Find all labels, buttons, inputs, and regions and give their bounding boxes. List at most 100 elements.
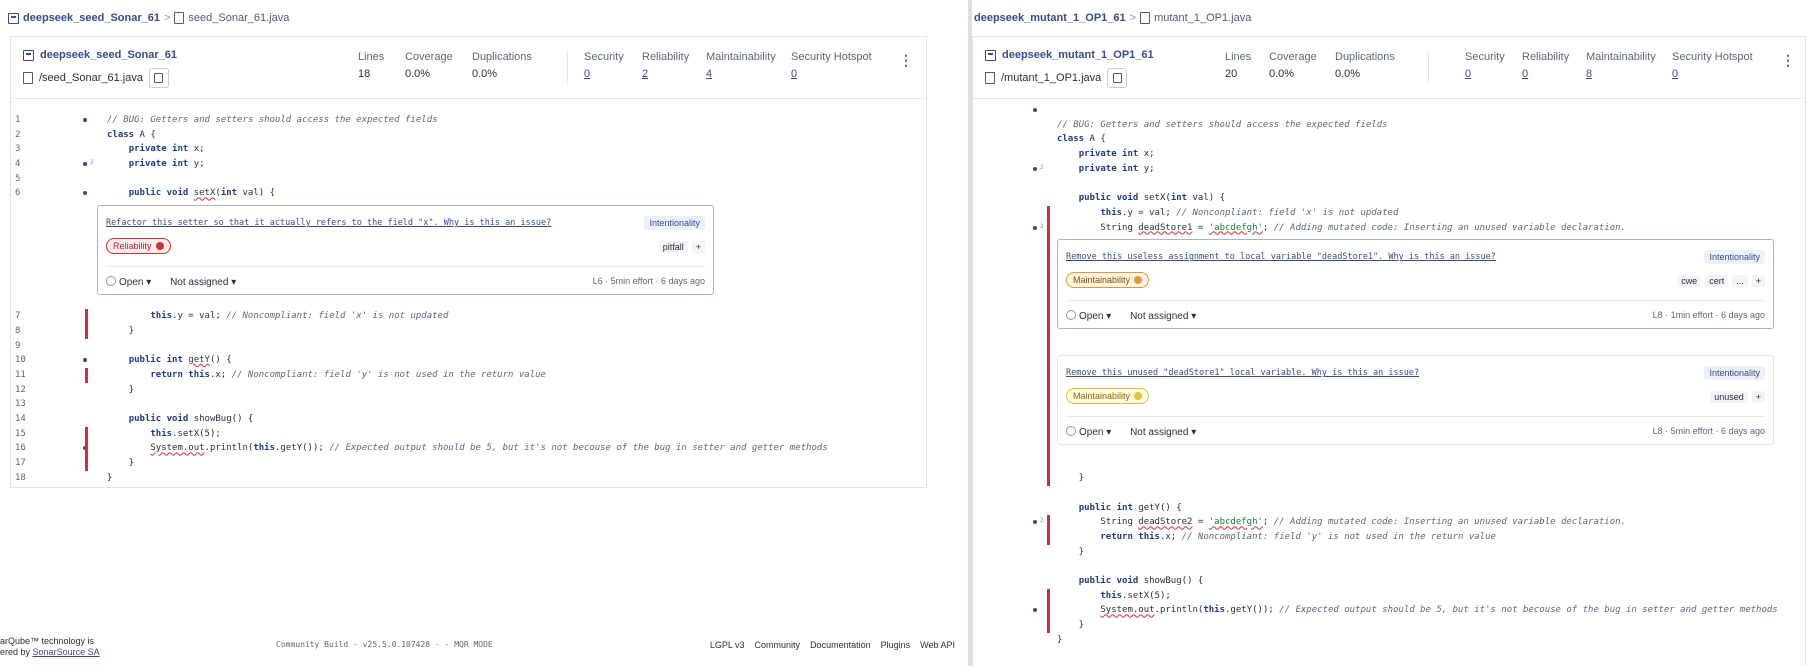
issue-marker[interactable] [85, 426, 88, 442]
issue-marker[interactable] [1047, 235, 1050, 472]
header-project-name[interactable]: deepseek_mutant_1_OP1_61 [1002, 49, 1154, 61]
add-tag[interactable]: + [1751, 275, 1765, 288]
issue-box[interactable]: Remove this useless assignment to local … [1057, 239, 1774, 330]
metric-value[interactable]: 0 [1522, 68, 1569, 80]
code-line: 2 private int y; [973, 162, 1805, 177]
breadcrumb-project[interactable]: deepseek_mutant_1_OP1_61 [974, 12, 1126, 24]
issue-message[interactable]: Remove this unused "deadStore1" local va… [1066, 368, 1419, 378]
issue-indicator-icon[interactable] [1033, 225, 1037, 230]
header-project-name[interactable]: deepseek_seed_Sonar_61 [40, 49, 177, 61]
code-line: // BUG: Getters and setters should acces… [1057, 119, 1388, 130]
issue-box[interactable]: Refactor this setter so that it actually… [97, 205, 714, 296]
issue-marker[interactable] [85, 441, 88, 456]
issue-marker[interactable] [1047, 618, 1050, 633]
issue-indicator-icon[interactable] [1033, 166, 1037, 171]
issue-marker[interactable] [1047, 515, 1050, 530]
issue-marker[interactable] [1047, 529, 1050, 545]
issue-marker[interactable] [85, 309, 88, 324]
issue-indicator-icon[interactable] [83, 162, 87, 167]
add-tag[interactable]: + [691, 241, 705, 254]
issue-message[interactable]: Refactor this setter so that it actually… [106, 218, 551, 228]
documentation-link[interactable]: Documentation [810, 640, 871, 650]
issue-indicator-icon[interactable] [1033, 608, 1037, 613]
issue-container: Refactor this setter so that it actually… [11, 201, 926, 309]
code-line: 9 [15, 340, 21, 351]
metric-value[interactable]: 2 [642, 68, 689, 80]
file-header: deepseek_mutant_1_OP1_61 /mutant_1_OP1.j… [972, 36, 1806, 99]
code-line: } [1057, 546, 1085, 557]
issue-marker[interactable] [85, 367, 88, 383]
code-line: 18} [15, 472, 113, 483]
metric-label: Security [1465, 51, 1505, 63]
metric-maintainability: Maintainability 4 [706, 51, 776, 80]
issue-box[interactable]: Remove this unused "deadStore1" local va… [1057, 355, 1774, 446]
issue-marker[interactable] [85, 456, 88, 471]
metric-hotspot: Security Hotspot 0 [1672, 51, 1753, 80]
issue-indicator-icon[interactable] [83, 191, 87, 196]
metric-duplications: Duplications 0.0% [472, 51, 532, 80]
breadcrumb-file[interactable]: mutant_1_OP1.java [1154, 12, 1251, 24]
metric-value[interactable]: 0 [584, 68, 624, 80]
issue-indicator-icon[interactable] [1033, 108, 1037, 112]
issue-marker[interactable] [1047, 220, 1050, 236]
metric-value[interactable]: 0 [1465, 68, 1505, 80]
issue-tags[interactable]: cwe cert... + [1677, 275, 1765, 288]
issue-indicator-icon[interactable] [1033, 520, 1037, 525]
issue-marker[interactable] [85, 323, 88, 339]
issue-marker[interactable] [1047, 471, 1050, 486]
metric-value[interactable]: 8 [1586, 68, 1656, 80]
breadcrumb-project[interactable]: deepseek_seed_Sonar_61 [23, 12, 160, 24]
issue-indicator-icon[interactable] [83, 118, 87, 122]
status-dropdown[interactable]: Open ▾ [1066, 310, 1111, 322]
copy-path-button[interactable] [1107, 68, 1128, 88]
code-line: 11 return this.x; // Noncompliant: field… [11, 367, 926, 383]
issue-marker[interactable] [1047, 603, 1050, 619]
tag[interactable]: unused [1710, 391, 1748, 404]
code-line: 8 } [11, 323, 926, 339]
build-info: Community Build - v25.5.0.107428 - - MQR… [276, 640, 493, 649]
assignee-label: Not assigned [170, 277, 229, 289]
tag[interactable]: cwe [1677, 275, 1702, 288]
tag[interactable]: cert [1705, 275, 1729, 288]
metric-duplications: Duplications 0.0% [1335, 51, 1395, 80]
code-line: 1// BUG: Getters and setters should acce… [15, 115, 438, 125]
community-link[interactable]: Community [755, 640, 801, 650]
tag[interactable]: pitfall [658, 241, 688, 254]
metric-coverage: Coverage 0.0% [1269, 51, 1317, 80]
status-dropdown[interactable]: Open ▾ [1066, 426, 1111, 438]
quality-badge[interactable]: Maintainability [1066, 388, 1150, 405]
header-project[interactable]: deepseek_mutant_1_OP1_61 [985, 49, 1154, 61]
status-icon [1066, 310, 1076, 321]
web-api-link[interactable]: Web API [920, 640, 955, 650]
assignee-dropdown[interactable]: Not assigned ▾ [1130, 427, 1196, 438]
header-project[interactable]: deepseek_seed_Sonar_61 [23, 49, 177, 61]
quality-badge[interactable]: Reliability [106, 238, 171, 255]
copy-path-button[interactable] [148, 68, 169, 88]
issue-message[interactable]: Remove this useless assignment to local … [1066, 252, 1496, 262]
add-tag[interactable]: + [1751, 391, 1765, 404]
issue-tags[interactable]: pitfall + [658, 241, 705, 254]
plugins-link[interactable]: Plugins [881, 640, 911, 650]
more-options-icon[interactable]: ⋮ [1781, 53, 1795, 67]
issue-marker[interactable] [1047, 588, 1050, 604]
more-options-icon[interactable]: ⋮ [899, 53, 913, 67]
code-line: 3 private int x; [15, 144, 205, 155]
metric-value[interactable]: 0 [1672, 68, 1753, 80]
license-link[interactable]: LGPL v3 [710, 640, 745, 650]
issue-marker[interactable] [1047, 205, 1050, 221]
metric-value[interactable]: 4 [706, 68, 776, 80]
metric-value[interactable]: 0 [791, 68, 872, 80]
more-tags[interactable]: ... [1732, 275, 1748, 288]
quality-badge[interactable]: Maintainability [1066, 272, 1150, 289]
sonarsource-link[interactable]: SonarSource SA [33, 647, 100, 657]
assignee-dropdown[interactable]: Not assigned ▾ [1130, 311, 1196, 322]
breadcrumb-file[interactable]: seed_Sonar_61.java [188, 12, 289, 24]
issue-category-badge: Intentionality [1704, 366, 1765, 381]
assignee-dropdown[interactable]: Not assigned ▾ [170, 277, 236, 288]
issue-indicator-icon[interactable] [83, 358, 87, 363]
status-dropdown[interactable]: Open ▾ [106, 276, 151, 288]
issue-tags[interactable]: unused + [1710, 391, 1765, 404]
metric-reliability: Reliability 2 [642, 51, 689, 80]
file-path: /mutant_1_OP1.java [1001, 72, 1102, 84]
